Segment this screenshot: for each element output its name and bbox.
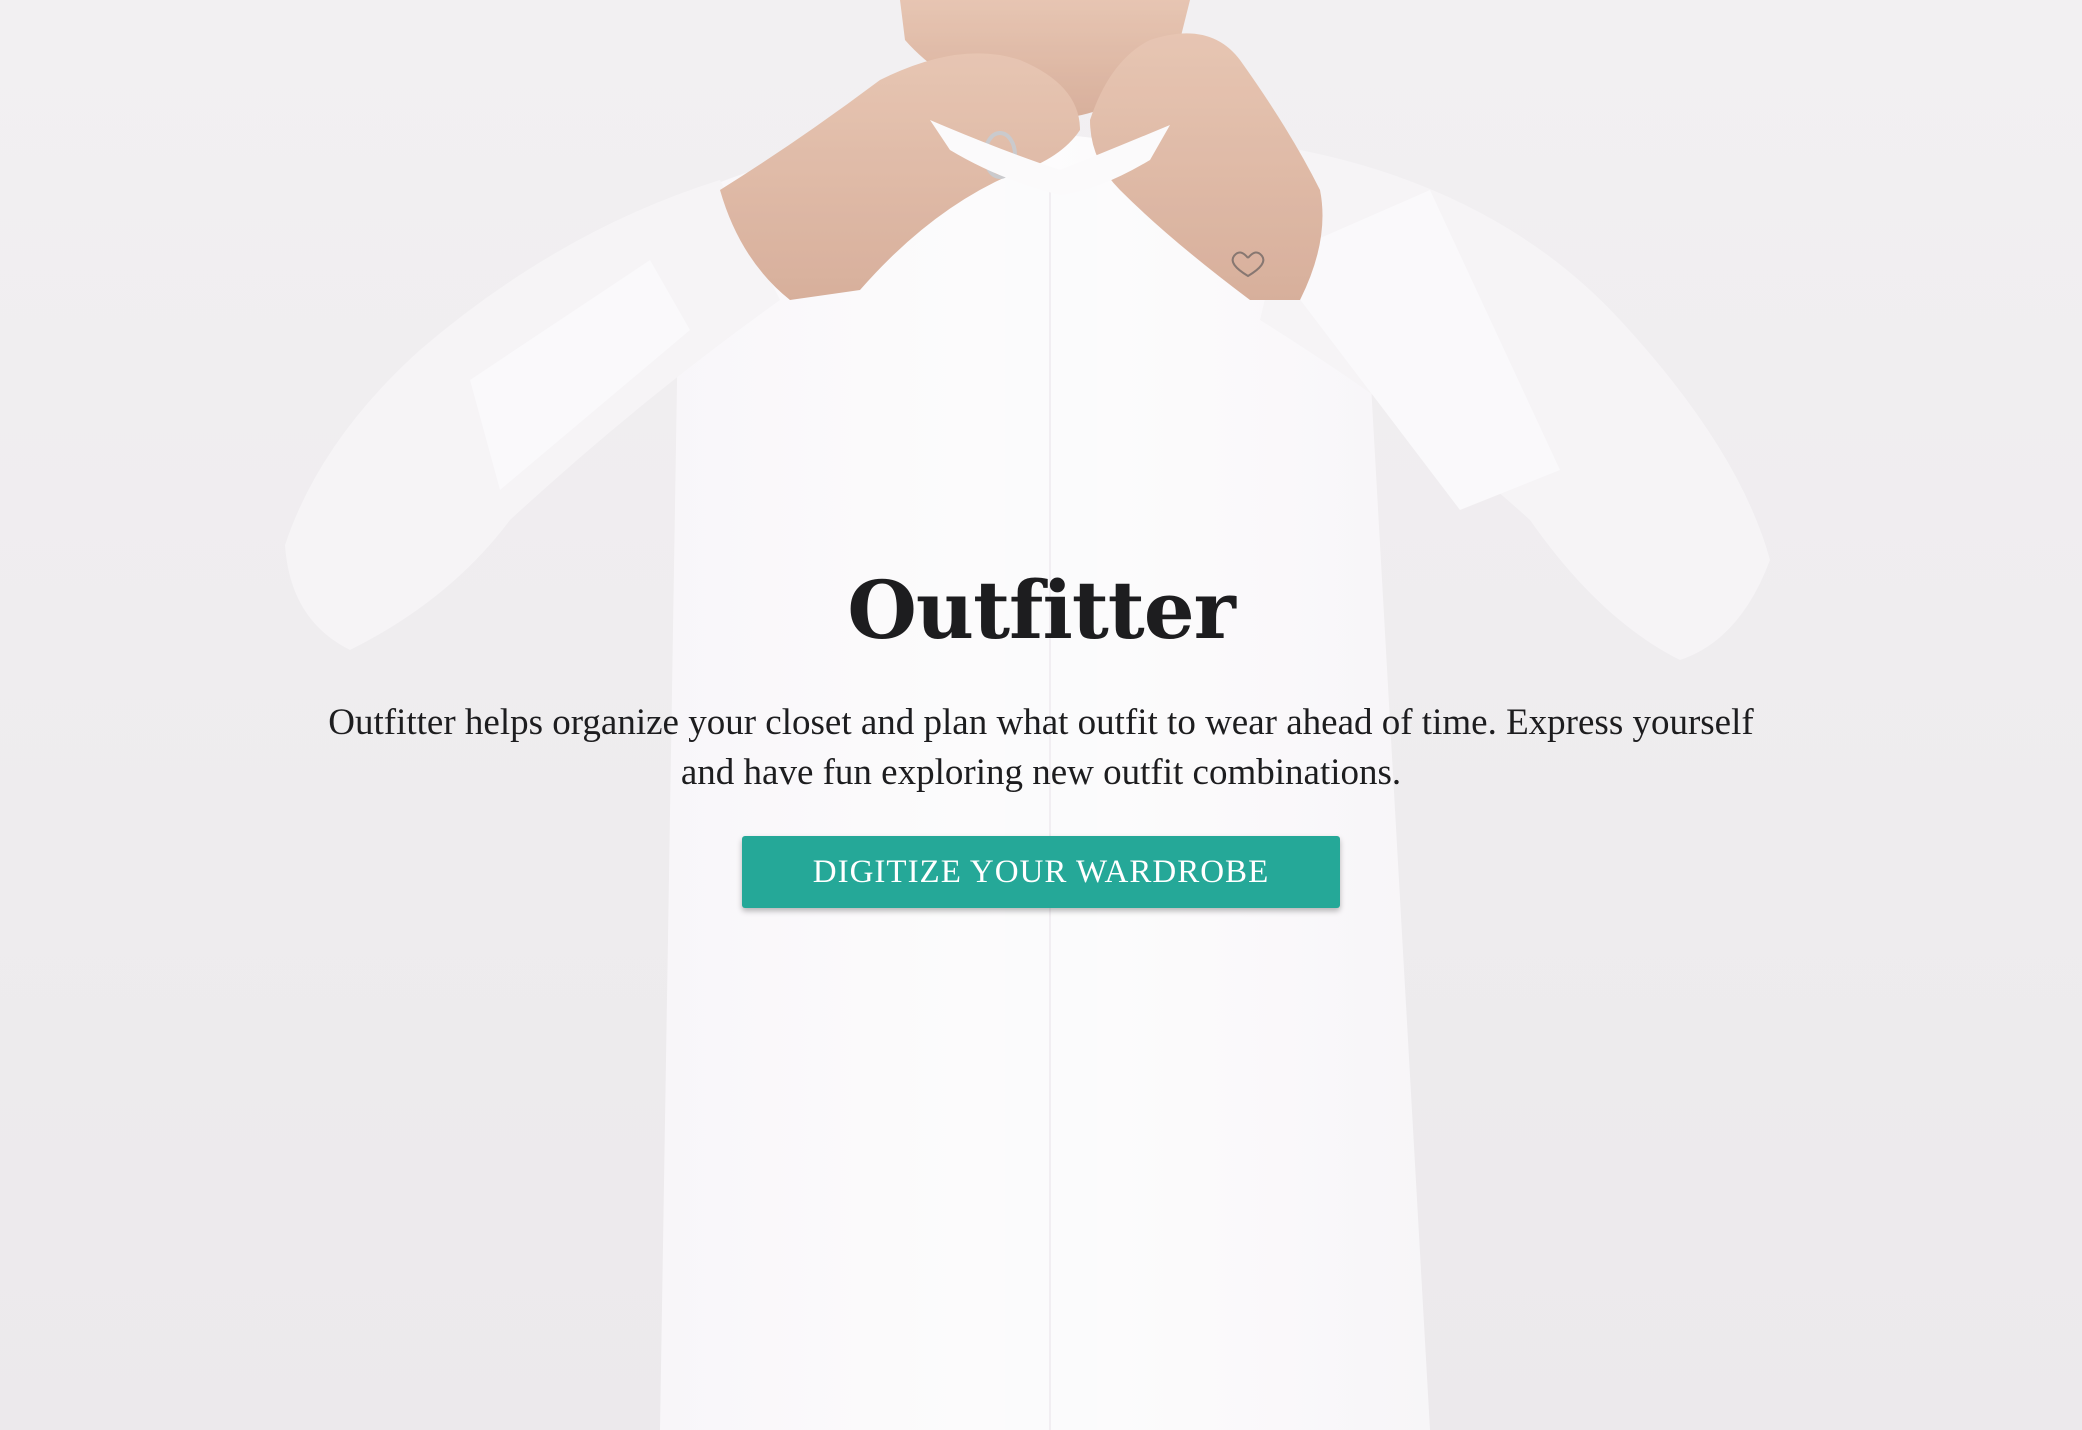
hero-section: Outfitter Outfitter helps organize your … [0, 0, 2082, 1430]
digitize-wardrobe-button[interactable]: DIGITIZE YOUR WARDROBE [742, 836, 1340, 908]
hero-tagline: Outfitter helps organize your closet and… [328, 702, 1754, 793]
page-title: Outfitter [847, 563, 1236, 657]
hero-content: Outfitter Outfitter helps organize your … [0, 560, 2082, 908]
